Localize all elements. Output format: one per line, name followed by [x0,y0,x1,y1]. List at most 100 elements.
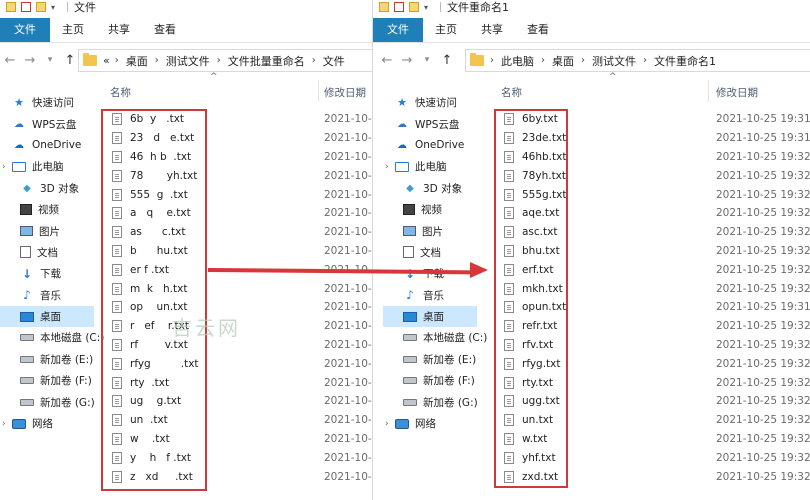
back-icon[interactable]: ← [377,53,397,68]
sidebar-item[interactable]: ♪ 音乐 [0,285,94,306]
sidebar-item[interactable]: 图片 [0,220,94,241]
breadcrumb-test-files[interactable]: 测试文件 [592,53,636,69]
sidebar-item[interactable]: 新加卷 (F:) [0,370,94,391]
file-date-modified: 2021-10-2 [324,414,372,427]
tab-share[interactable]: 共享 [469,18,515,42]
pictures-icon [403,226,416,237]
breadcrumb-desktop[interactable]: 桌面 [126,53,148,69]
tab-share[interactable]: 共享 [96,18,142,42]
address-overflow[interactable]: « [103,54,110,67]
column-header-name[interactable]: 名称 [501,85,522,100]
address-bar[interactable]: › 此电脑 › 桌面 › 测试文件 › 文件重命名1 [465,49,810,72]
sidebar-item[interactable]: ◆ 3D 对象 [0,178,94,199]
breadcrumb-desktop[interactable]: 桌面 [552,53,574,69]
column-separator[interactable] [708,80,709,102]
column-header-name[interactable]: 名称 [110,85,131,100]
tab-file[interactable]: 文件 [0,18,50,42]
sidebar-item[interactable]: 新加卷 (F:) [383,370,477,391]
expand-chevron-icon[interactable]: › [385,419,395,429]
sidebar-item[interactable]: ★ 快速访问 [0,92,94,113]
breadcrumb-rename-1[interactable]: 文件重命名1 [654,53,716,69]
quick-access-save-icon[interactable] [6,2,16,12]
address-bar[interactable]: « › 桌面 › 测试文件 › 文件批量重命名 › 文件 [78,49,372,72]
music-icon: ♪ [406,288,414,303]
quick-access-properties-icon[interactable] [394,2,404,12]
tab-home[interactable]: 主页 [423,18,469,42]
sidebar-item[interactable]: 本地磁盘 (C:) [383,327,487,348]
back-icon[interactable]: ← [0,53,20,68]
expand-chevron-icon[interactable]: › [385,162,395,172]
up-icon[interactable]: ↑ [60,53,80,68]
folder-icon [470,53,484,66]
sidebar-item[interactable]: ↓ 下载 [0,263,94,284]
file-date-modified: 2021-10-2 [324,432,372,445]
sidebar-item-label: 桌面 [40,311,61,324]
breadcrumb-files[interactable]: 文件 [323,53,345,69]
sidebar-item-label: 视频 [38,204,59,217]
sidebar-item-label: 文档 [420,246,441,259]
sidebar-item[interactable]: 图片 [383,220,477,241]
column-header-date-modified[interactable]: 修改日期 [324,85,366,100]
quick-access-dropdown-icon[interactable]: ▾ [424,3,428,12]
recent-locations-icon[interactable]: ▾ [40,55,60,65]
network-icon [12,418,26,429]
sidebar-item-label: 视频 [421,204,442,217]
sidebar-item[interactable]: 本地磁盘 (C:) [0,327,104,348]
expand-chevron-icon[interactable]: › [2,419,12,429]
recent-locations-icon[interactable]: ▾ [417,55,437,65]
sidebar-item[interactable]: ★ 快速访问 [383,92,477,113]
tab-home[interactable]: 主页 [50,18,96,42]
quick-access-folder-icon[interactable] [36,2,46,12]
sidebar-item[interactable]: 桌面 [0,305,94,328]
sidebar-item[interactable]: 新加卷 (G:) [0,391,95,412]
quick-access-save-icon[interactable] [379,2,389,12]
breadcrumb-test-files[interactable]: 测试文件 [166,53,210,69]
sidebar-item[interactable]: › 此电脑 [383,156,477,177]
sidebar-item[interactable]: 新加卷 (G:) [383,391,478,412]
sidebar-item[interactable]: ☁ WPS云盘 [383,113,477,134]
tab-view[interactable]: 查看 [515,18,561,42]
sidebar-item[interactable]: ☁ OneDrive [0,135,94,156]
sidebar-item[interactable]: 视频 [383,199,477,220]
up-icon[interactable]: ↑ [437,53,457,68]
sidebar-item[interactable]: › 网络 [383,413,477,434]
file-date-modified: 2021-10-25 19:32 [716,150,810,163]
file-date-modified: 2021-10-2 [324,376,372,389]
ribbon-divider [373,42,810,43]
quick-access-folder-icon[interactable] [409,2,419,12]
sidebar-item[interactable]: › 网络 [0,413,94,434]
sidebar-item-label: 文档 [37,246,58,259]
breadcrumb-this-pc[interactable]: 此电脑 [501,53,534,69]
file-date-modified: 2021-10-25 19:32 [716,320,810,333]
sidebar-item[interactable]: 视频 [0,199,94,220]
file-date-modified: 2021-10-25 19:32 [716,188,810,201]
sidebar-item[interactable]: 桌面 [383,305,477,328]
column-header-date-modified[interactable]: 修改日期 [716,85,758,100]
sidebar-item-label: WPS云盘 [415,118,460,131]
tab-file[interactable]: 文件 [373,18,423,42]
column-separator[interactable] [318,80,319,102]
sidebar-item[interactable]: 新加卷 (E:) [383,349,477,370]
quick-access-properties-icon[interactable] [21,2,31,12]
pictures-icon [20,226,33,237]
sidebar-item[interactable]: 新加卷 (E:) [0,349,94,370]
file-date-modified: 2021-10-2 [324,301,372,314]
file-date-modified: 2021-10-2 [324,188,372,201]
sidebar-item[interactable]: 文档 [383,242,477,263]
sidebar-item[interactable]: ☁ OneDrive [383,135,477,156]
3d-objects-icon: ◆ [406,182,414,194]
sidebar-item[interactable]: ♪ 音乐 [383,285,477,306]
expand-chevron-icon[interactable]: › [2,162,12,172]
sidebar-item[interactable]: ◆ 3D 对象 [383,178,477,199]
sidebar-item[interactable]: ☁ WPS云盘 [0,113,94,134]
forward-icon[interactable]: → [397,53,417,68]
forward-icon[interactable]: → [20,53,40,68]
breadcrumb-batch-rename[interactable]: 文件批量重命名 [228,53,305,69]
navigation-bar: ← → ▾ ↑ › 此电脑 › 桌面 › 测试文件 › 文件重命名1 [373,46,810,74]
title-bar: ▾ 文件重命名1 [373,0,810,14]
sidebar-item[interactable]: › 此电脑 [0,156,94,177]
file-date-modified: 2021-10-25 19:32 [716,376,810,389]
quick-access-dropdown-icon[interactable]: ▾ [51,3,55,12]
sidebar-item[interactable]: 文档 [0,242,94,263]
tab-view[interactable]: 查看 [142,18,188,42]
